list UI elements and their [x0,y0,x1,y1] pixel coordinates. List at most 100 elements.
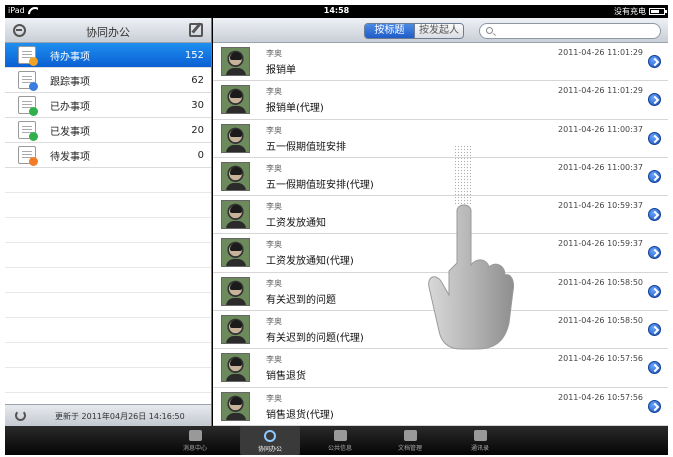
message-time: 2011-04-26 10:59:37 [558,239,643,249]
menu-item-count: 0 [197,149,204,161]
tab-label: 消息中心 [182,445,207,452]
message-row[interactable]: 李奥报销单 2011-04-26 11:01:29 [213,43,668,82]
disclosure-icon[interactable] [648,93,661,107]
left-footer: 更新于 2011年04月26日 14:16:50 [5,404,211,426]
category-list: 待办事项 152 跟踪事项 62 已办事项 30 已发事项 20 待发事项 0 [5,43,211,393]
menu-item-label: 跟踪事项 [50,76,90,88]
workflow-icon [264,430,276,442]
menu-item-label: 已办事项 [50,101,90,113]
message-time: 2011-04-26 11:00:37 [558,162,643,172]
tab-workflow[interactable]: 协同办公 [240,426,300,455]
info-icon [333,430,347,441]
empty-row [5,293,211,318]
segment-by-sender[interactable]: 按发起人 [414,24,463,38]
empty-row [5,268,211,293]
message-row[interactable]: 李奥有关迟到的问题(代理) 2011-04-26 10:58:50 [213,311,668,350]
empty-row [5,243,211,268]
clipboard-icon [18,146,38,166]
ipad-screen: iPad 14:58 没有充电 协同办公 待办事项 152 跟踪事项 62 已办事项 30… [5,5,668,455]
tab-inbox[interactable]: 消息中心 [165,426,225,455]
message-time: 2011-04-26 11:00:37 [558,124,643,134]
left-panel: 协同办公 待办事项 152 跟踪事项 62 已办事项 30 已发事项 20 待发事项 0 更新于 … [5,18,212,426]
tab-bar: 消息中心 协同办公 公共信息 文档管理 通讯录 [5,426,668,455]
refresh-icon[interactable] [15,410,26,421]
message-subject: 报销单(代理) [266,103,324,115]
compose-icon[interactable] [189,23,203,37]
tab-contacts[interactable]: 通讯录 [450,426,510,455]
menu-item-count: 30 [191,99,204,111]
message-subject: 五一假期值班安排(代理) [266,179,374,191]
message-subject: 有关迟到的问题(代理) [266,333,364,345]
segment-by-title[interactable]: 按标题 [365,24,414,38]
tab-document[interactable]: 文档管理 [380,426,440,455]
message-subject: 报销单 [266,65,296,76]
clock: 14:58 [323,6,350,15]
inbox-icon [188,430,202,441]
empty-row [5,218,211,243]
message-time: 2011-04-26 10:57:56 [558,354,643,364]
left-title: 协同办公 [86,26,130,39]
message-time: 2011-04-26 10:59:37 [558,201,643,211]
message-row[interactable]: 李奥 工资发放通知(代理) 2011-04-26 10:59:37 [213,234,668,273]
left-header: 协同办公 [5,18,211,43]
message-row[interactable]: 李奥销售退货(代理) 2011-04-26 10:57:56 [213,387,668,426]
message-sender: 李奥 [266,49,282,58]
message-sender: 李奥 [266,125,282,135]
menu-item[interactable]: 待办事项 152 [5,43,211,68]
clipboard-icon [18,46,38,66]
message-sender: 李奥 [266,317,282,327]
menu-item[interactable]: 跟踪事项 62 [5,68,211,93]
message-subject: 工资发放通知 [266,218,326,230]
disclosure-icon[interactable] [648,361,661,375]
message-subject: 销售退货(代理) [266,409,334,421]
search-input[interactable] [496,25,656,37]
message-row[interactable]: 李奥 五一假期值班安排 2011-04-26 11:00:37 [213,119,668,158]
avatar [221,315,250,345]
search-box[interactable] [479,23,661,39]
message-subject: 销售退货 [266,371,306,383]
disclosure-icon[interactable] [648,284,661,298]
menu-item[interactable]: 已发事项 20 [5,118,211,143]
empty-row [5,368,211,393]
document-icon [403,430,417,441]
message-row[interactable]: 李奥工资发放通知 2011-04-26 10:59:37 [213,196,668,235]
menu-item[interactable]: 已办事项 30 [5,93,211,118]
message-row[interactable]: 李奥销售退货 2011-04-26 10:57:56 [213,349,668,388]
message-subject: 工资发放通知(代理) [266,256,354,268]
message-row[interactable]: 李奥五一假期值班安排(代理) 2011-04-26 11:00:37 [213,157,668,197]
menu-item[interactable]: 待发事项 0 [5,143,211,168]
avatar [221,276,250,306]
message-subject: 有关迟到的问题 [266,294,336,306]
disclosure-icon[interactable] [648,399,661,413]
clipboard-icon [18,96,38,116]
avatar [221,353,250,383]
message-row[interactable]: 李奥 有关迟到的问题 2011-04-26 10:58:50 [213,272,668,312]
avatar [221,161,250,191]
clipboard-icon [18,71,38,91]
message-sender: 李奥 [266,163,282,173]
message-time: 2011-04-26 10:58:50 [558,316,643,326]
tab-info[interactable]: 公共信息 [310,426,370,455]
last-updated: 更新于 2011年04月26日 14:16:50 [55,412,185,421]
empty-row [5,343,211,368]
message-row[interactable]: 李奥 报销单(代理) 2011-04-26 11:01:29 [213,81,668,120]
message-sender: 李奥 [266,355,282,365]
message-sender: 李奥 [266,202,282,212]
menu-item-label: 待发事项 [50,151,90,163]
battery-status-text: 没有充电 [614,7,646,16]
avatar [221,47,250,76]
empty-row [5,193,211,218]
message-time: 2011-04-26 10:57:56 [558,392,643,402]
disclosure-icon[interactable] [648,246,661,260]
tab-label: 文档管理 [397,445,422,452]
disclosure-icon[interactable] [648,208,661,222]
disclosure-icon[interactable] [648,131,661,145]
disclosure-icon[interactable] [648,169,661,183]
tab-label: 公共信息 [327,445,352,452]
search-icon [486,27,493,34]
tab-label: 协同办公 [257,446,282,453]
disclosure-icon[interactable] [648,323,661,337]
message-time: 2011-04-26 11:01:29 [558,48,643,57]
message-sender: 李奥 [266,393,282,403]
disclosure-icon[interactable] [648,55,661,68]
